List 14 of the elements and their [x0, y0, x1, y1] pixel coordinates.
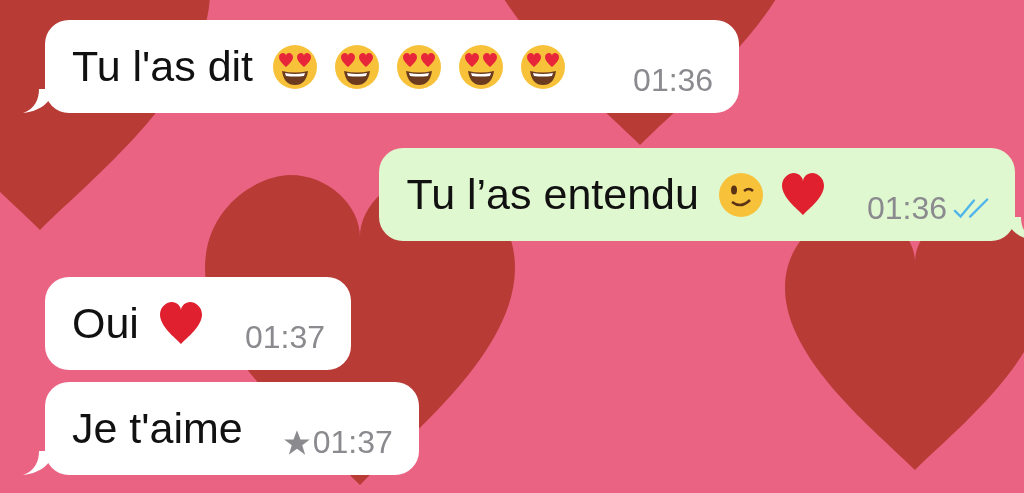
message-text: Oui: [72, 299, 139, 348]
timestamp: 01:37: [244, 319, 325, 356]
timestamp: 01:37: [312, 424, 393, 461]
message-text: Je t'aime: [72, 404, 243, 453]
message-text: Tu l'as dit: [72, 42, 254, 91]
heart-eyes-face-icon: [271, 42, 320, 91]
timestamp: 01:36: [633, 62, 714, 99]
heart-eyes-face-icon: [395, 42, 444, 91]
heart-eyes-face-icon: [519, 42, 568, 91]
timestamp: 01:36: [866, 190, 947, 227]
heart-eyes-face-icon: [457, 42, 506, 91]
winking-face-icon: [716, 170, 765, 219]
heart-eyes-face-icon: [333, 42, 382, 91]
message-text: Tu l’as entendu: [406, 170, 699, 219]
